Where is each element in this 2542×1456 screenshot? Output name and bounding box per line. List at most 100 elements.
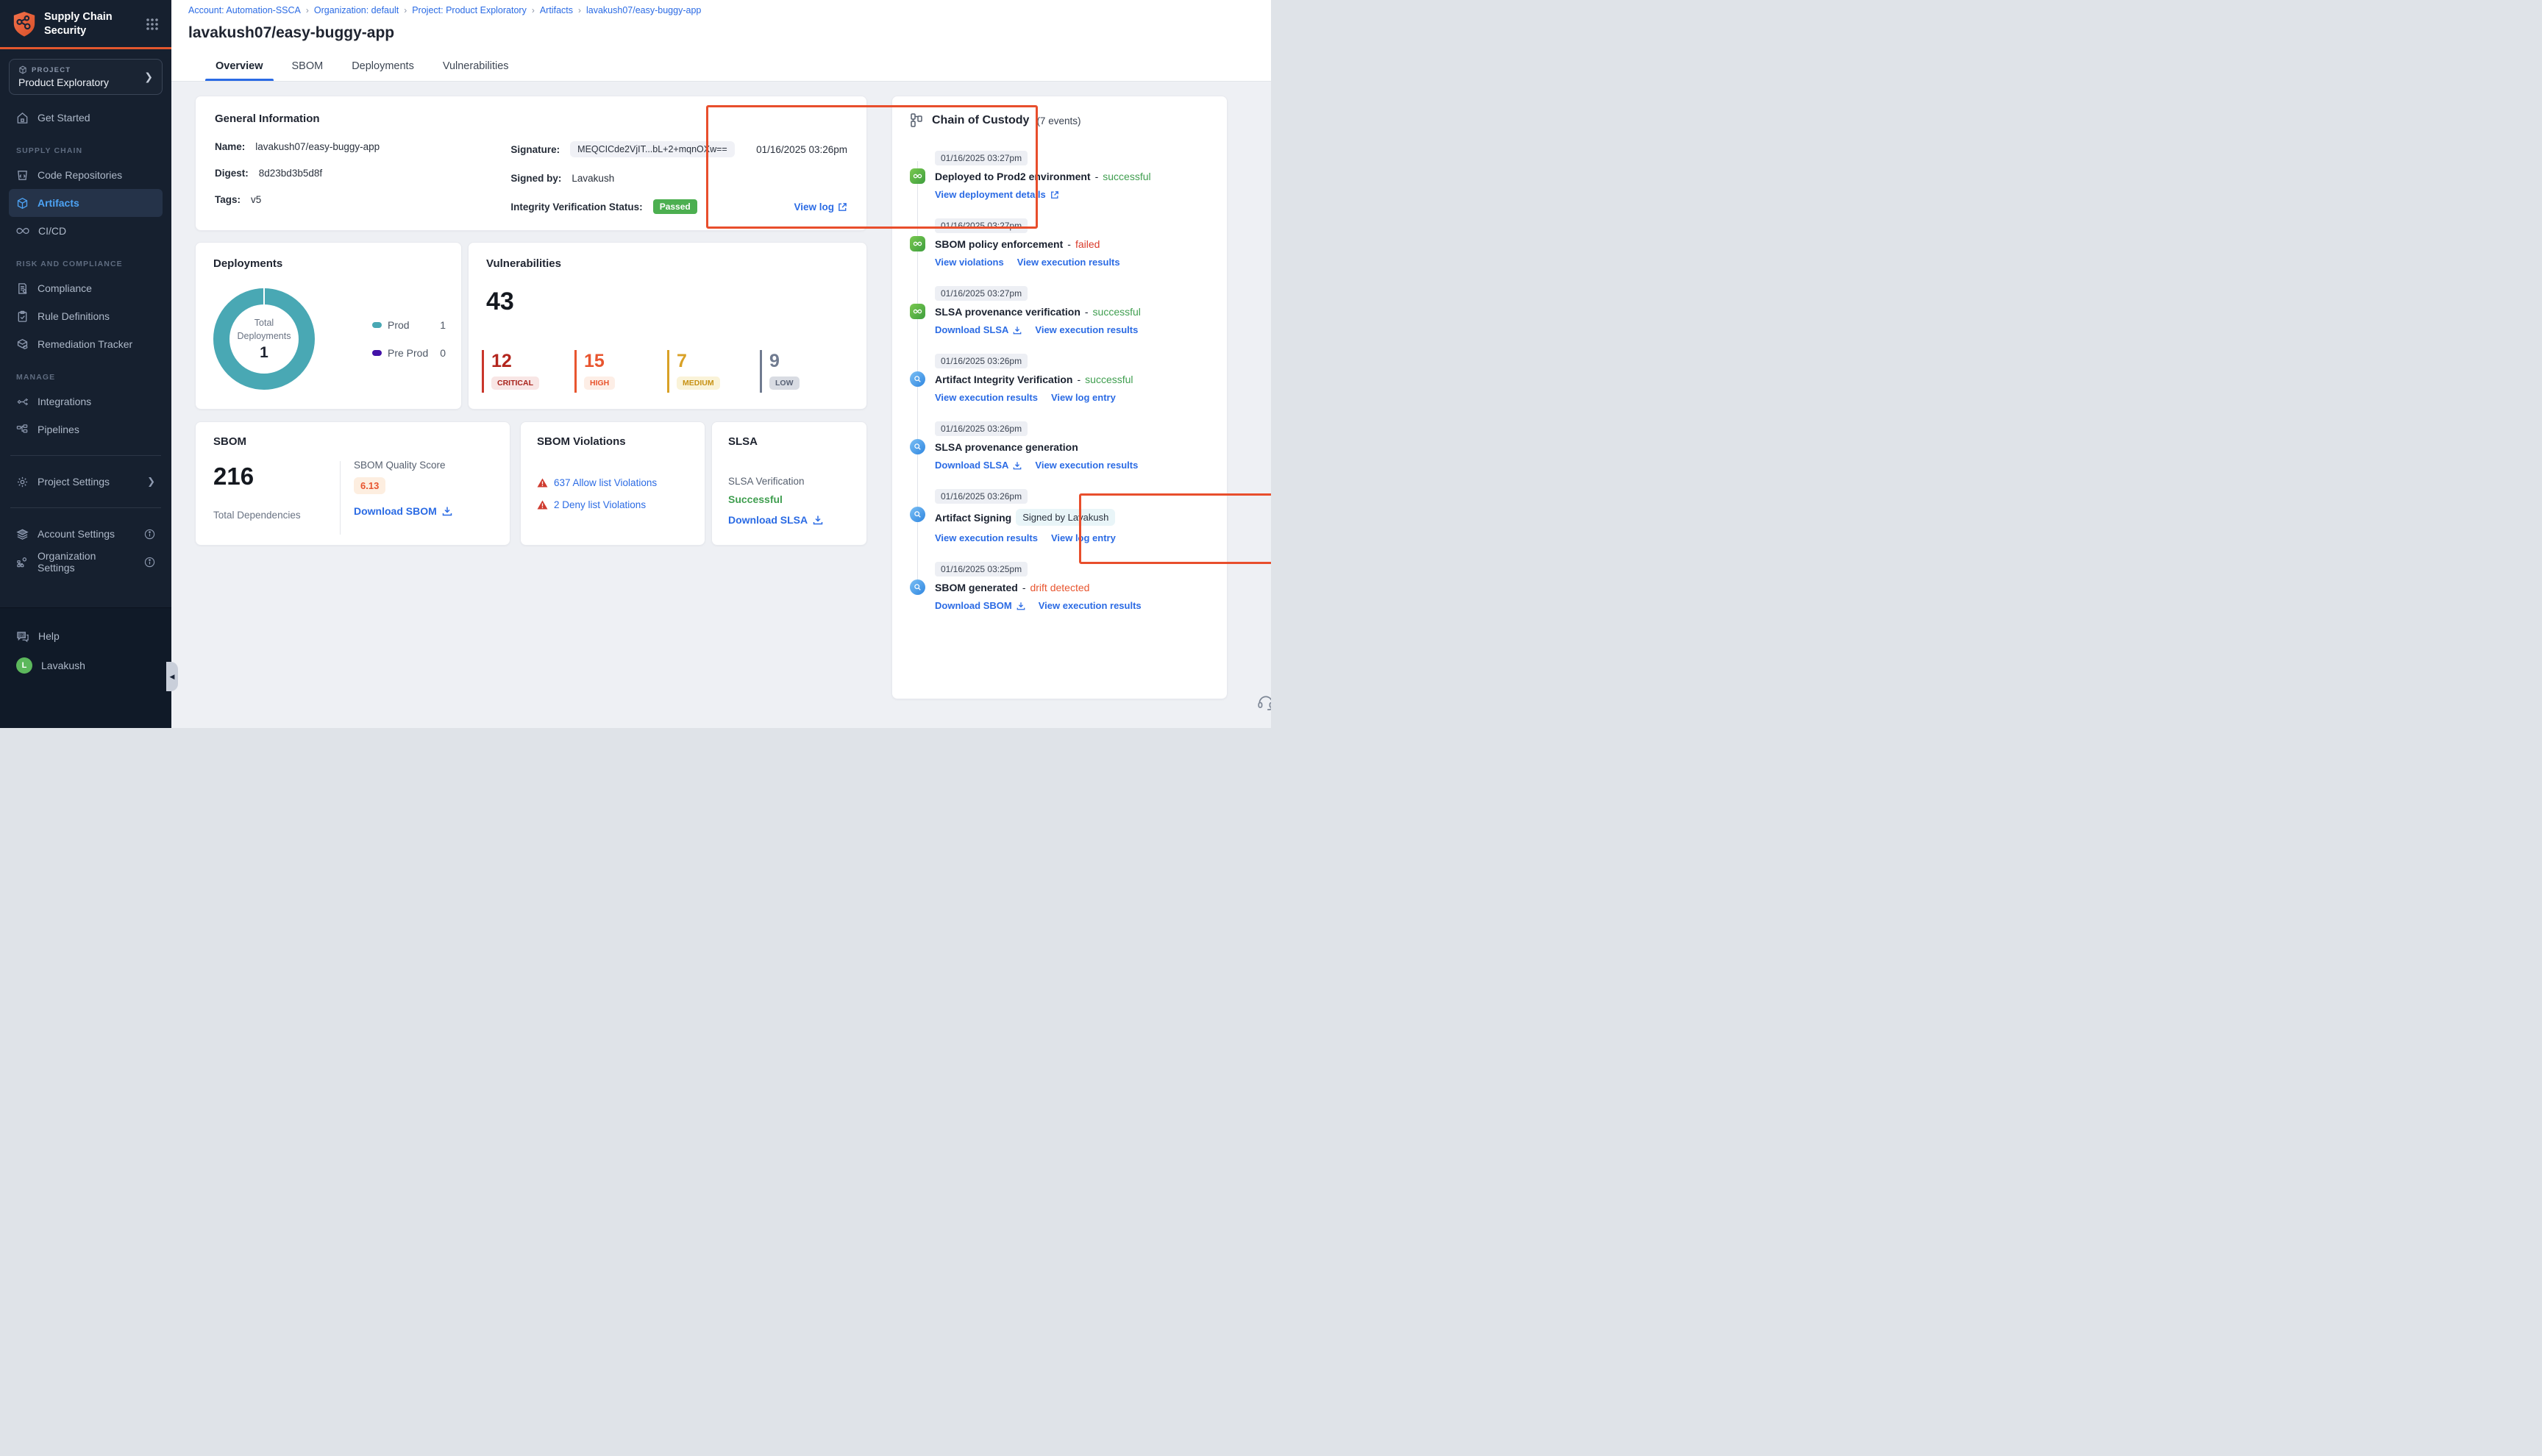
sidebar-item-label: Rule Definitions (38, 310, 110, 322)
view-execution-results-link[interactable]: View execution results (935, 392, 1038, 403)
deny-list-violations-link[interactable]: 2 Deny list Violations (537, 499, 688, 510)
sidebar-item-help[interactable]: ? Help (16, 621, 155, 651)
sidebar-item-label: Artifacts (38, 197, 79, 209)
download-icon (442, 506, 452, 516)
view-violations-link[interactable]: View violations (935, 257, 1004, 268)
sidebar-item-label: Account Settings (38, 528, 115, 540)
critical-badge: CRITICAL (491, 377, 539, 390)
user-menu[interactable]: L Lavakush (16, 651, 155, 680)
view-log-entry-link[interactable]: View log entry (1051, 392, 1116, 403)
event-status: successful (1085, 374, 1133, 385)
warning-triangle-icon (537, 500, 548, 510)
vulnerabilities-card: Vulnerabilities 43 12 CRITICAL 15 HIGH 7… (468, 242, 867, 410)
download-slsa-link[interactable]: Download SLSA (728, 514, 850, 526)
tab-vulnerabilities[interactable]: Vulnerabilities (441, 53, 510, 81)
account-settings-layers-icon (16, 528, 29, 540)
download-slsa-link[interactable]: Download SLSA (935, 460, 1022, 471)
signature-label: Signature: (510, 144, 560, 155)
event-title: SBOM policy enforcement (935, 238, 1063, 250)
sidebar-header: Supply Chain Security (0, 0, 171, 47)
breadcrumb-current[interactable]: lavakush07/easy-buggy-app (586, 5, 701, 15)
user-name: Lavakush (41, 660, 85, 671)
home-icon (16, 112, 29, 124)
signature-value[interactable]: MEQCICde2VjIT...bL+2+mqnOXw== (570, 141, 735, 157)
breadcrumb-separator: › (532, 5, 535, 15)
breadcrumb-project[interactable]: Project: Product Exploratory (412, 5, 527, 15)
view-execution-results-link[interactable]: View execution results (1035, 460, 1138, 471)
view-log-entry-link[interactable]: View log entry (1051, 532, 1116, 543)
sbom-card: SBOM 216 Total Dependencies SBOM Quality… (195, 421, 510, 546)
sidebar-item-label: Project Settings (38, 476, 110, 488)
download-slsa-link[interactable]: Download SLSA (935, 324, 1022, 335)
view-execution-results-link[interactable]: View execution results (1039, 600, 1142, 611)
integrations-icon (16, 396, 29, 408)
download-sbom-link[interactable]: Download SBOM (354, 505, 452, 517)
app-window: Supply Chain Security PROJECT Product Ex… (0, 0, 1271, 728)
view-execution-results-link[interactable]: View execution results (935, 532, 1038, 543)
sidebar-item-label: CI/CD (38, 225, 66, 237)
view-deployment-details-link[interactable]: View deployment details (935, 189, 1059, 200)
slsa-card: SLSA SLSA Verification Successful Downlo… (711, 421, 867, 546)
allow-list-violations-link[interactable]: 637 Allow list Violations (537, 477, 688, 488)
artifact-name-value: lavakush07/easy-buggy-app (255, 141, 380, 152)
event-title: SLSA provenance verification (935, 306, 1080, 318)
sidebar-footer: ? Help L Lavakush (0, 607, 171, 728)
general-information-card: General Information Name:lavakush07/easy… (195, 96, 867, 231)
tab-deployments[interactable]: Deployments (350, 53, 416, 81)
donut-total-value: 1 (260, 344, 268, 362)
signature-section: Signature: MEQCICde2VjIT...bL+2+mqnOXw==… (493, 141, 847, 221)
high-count: 15 (584, 351, 667, 372)
download-sbom-link[interactable]: Download SBOM (935, 600, 1025, 611)
sidebar-item-organization-settings[interactable]: Organization Settings (9, 548, 163, 576)
medium-count: 7 (677, 351, 760, 372)
sidebar-section-manage: MANAGE (16, 373, 163, 382)
view-log-link[interactable]: View log (794, 201, 847, 213)
event-title: Artifact Signing (935, 512, 1011, 524)
event-timestamp: 01/16/2025 03:25pm (935, 562, 1028, 577)
sidebar-item-cicd[interactable]: CI/CD (9, 217, 163, 245)
tab-overview[interactable]: Overview (214, 53, 265, 81)
vertical-divider (340, 461, 341, 535)
chain-event-list: 01/16/2025 03:27pm Deployed to Prod2 env… (910, 151, 1209, 611)
chain-event-count: (7 events) (1036, 115, 1080, 126)
tab-bar: Overview SBOM Deployments Vulnerabilitie… (214, 53, 510, 81)
breadcrumb-separator: › (578, 5, 581, 15)
project-selector[interactable]: PROJECT Product Exploratory ❯ (9, 59, 163, 95)
breadcrumb-account[interactable]: Account: Automation-SSCA (188, 5, 301, 15)
view-execution-results-link[interactable]: View execution results (1017, 257, 1120, 268)
sidebar-divider (10, 455, 161, 456)
sidebar-item-remediation-tracker[interactable]: Remediation Tracker (9, 330, 163, 358)
legend-dot-prod (372, 322, 382, 328)
event-timestamp: 01/16/2025 03:27pm (935, 151, 1028, 165)
breadcrumb-organization[interactable]: Organization: default (314, 5, 399, 15)
sidebar-collapse-handle[interactable]: ◀ (166, 662, 178, 691)
sidebar-item-artifacts[interactable]: Artifacts (9, 189, 163, 217)
sidebar-item-pipelines[interactable]: Pipelines (9, 415, 163, 443)
sbom-violations-card: SBOM Violations 637 Allow list Violation… (520, 421, 705, 546)
event-timestamp: 01/16/2025 03:27pm (935, 218, 1028, 233)
sidebar-item-account-settings[interactable]: Account Settings (9, 520, 163, 548)
breadcrumb-artifacts[interactable]: Artifacts (540, 5, 573, 15)
sidebar-item-get-started[interactable]: Get Started (9, 104, 163, 132)
sidebar-item-code-repositories[interactable]: Code Repositories (9, 161, 163, 189)
app-title: Supply Chain Security (44, 10, 138, 38)
support-headset-icon[interactable] (1256, 693, 1271, 712)
sidebar-item-integrations[interactable]: Integrations (9, 388, 163, 415)
sidebar-item-label: Pipelines (38, 424, 79, 435)
sidebar-item-project-settings[interactable]: Project Settings ❯ (9, 468, 163, 496)
tab-sbom[interactable]: SBOM (291, 53, 325, 81)
remediation-tracker-icon (16, 338, 29, 351)
sidebar-item-rule-definitions[interactable]: Rule Definitions (9, 302, 163, 330)
scan-event-icon (910, 371, 925, 387)
sidebar-divider (10, 507, 161, 508)
donut-center-label: Total (254, 318, 274, 328)
signed-by-value: Lavakush (572, 173, 614, 184)
chain-event-sbom-generated: 01/16/2025 03:25pm SBOM generated - drif… (910, 562, 1209, 611)
info-icon (144, 557, 155, 568)
sidebar-item-compliance[interactable]: Compliance (9, 274, 163, 302)
view-execution-results-link[interactable]: View execution results (1035, 324, 1138, 335)
app-switcher-grid-icon[interactable] (145, 17, 160, 32)
tags-label: Tags: (215, 194, 241, 205)
event-status: drift detected (1030, 582, 1089, 593)
chain-event-slsa-verification: 01/16/2025 03:27pm SLSA provenance verif… (910, 286, 1209, 335)
